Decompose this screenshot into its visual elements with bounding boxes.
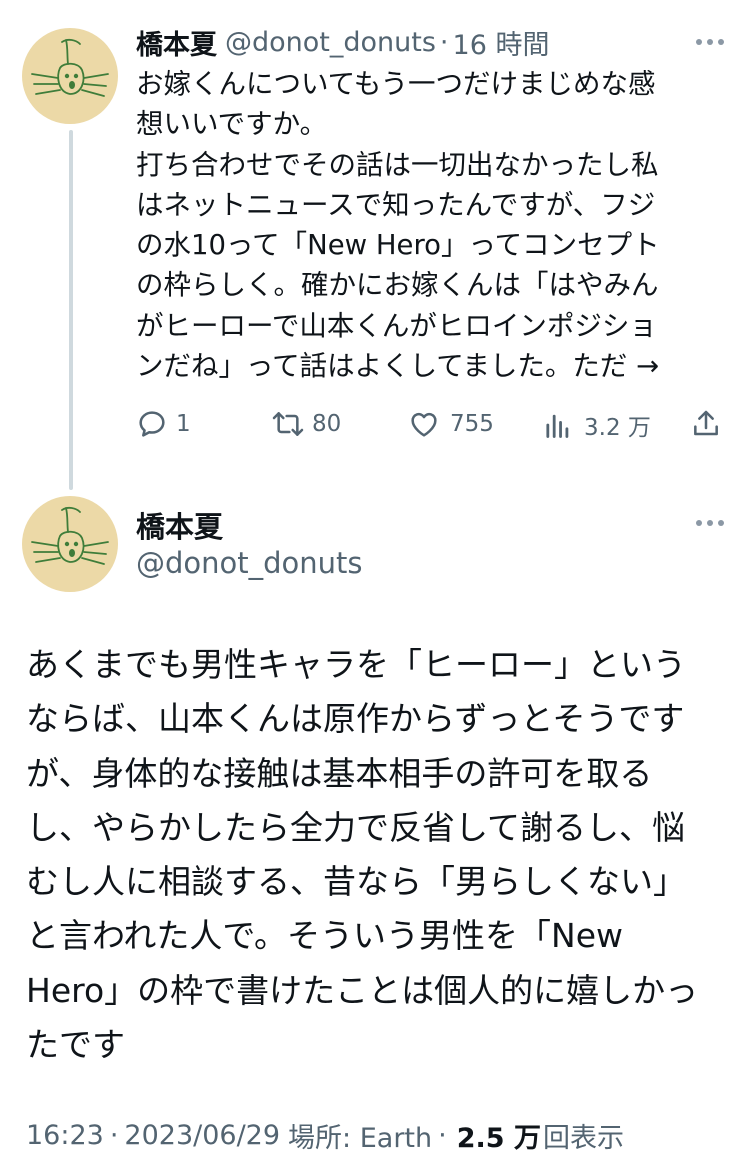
more-dot — [718, 520, 724, 526]
share-icon — [694, 410, 718, 436]
text-line: がヒーローで山本くんがヒロインポジショ — [136, 309, 657, 342]
text-line: の枠らしく。確かにお嫁くんは「はやみん — [136, 269, 659, 302]
text-line: 想いいですか。 — [136, 108, 328, 141]
thread-connector-line — [69, 130, 73, 490]
user-handle[interactable]: @donot_donuts — [225, 27, 436, 58]
more-dot — [707, 520, 713, 526]
tweet1-action-bar: 1 80 755 3.2 万 — [136, 408, 726, 448]
more-horizontal-icon — [696, 39, 702, 45]
text-line: たです — [26, 1025, 125, 1065]
views-label: 回表示 — [542, 1122, 624, 1154]
views-button[interactable]: 3.2 万 — [544, 408, 651, 442]
retweet-icon — [272, 412, 304, 436]
text-line: の水10って「New Hero」ってコンセプト — [136, 229, 660, 262]
separator-dot: · — [109, 1119, 119, 1151]
text-line: が、身体的な接触は基本相手の許可を取る — [26, 753, 653, 793]
text-line: お嫁くんについてもう一つだけまじめな感 — [136, 68, 656, 100]
like-count: 755 — [450, 411, 494, 437]
user-handle[interactable]: @donot_donuts — [136, 546, 363, 580]
display-name[interactable]: 橋本夏 — [136, 23, 217, 62]
share-button[interactable] — [690, 408, 722, 440]
reply-count: 1 — [176, 411, 191, 437]
more-options-button[interactable] — [696, 39, 724, 45]
tweet-time[interactable]: 16:23 — [26, 1120, 104, 1151]
tweet-location: 場所: Earth — [288, 1122, 433, 1154]
like-button[interactable]: 755 — [408, 408, 494, 440]
analytics-icon — [546, 414, 569, 438]
text-line: むし人に相談する、昔なら「男らしくない」 — [26, 862, 686, 902]
display-name[interactable]: 橋本夏 — [136, 504, 223, 546]
separator-dot: · — [438, 1119, 447, 1151]
more-options-button[interactable] — [696, 520, 724, 526]
tweet-time-ago[interactable]: 16 時間 — [453, 23, 550, 62]
text-line: あくまでも男性キャラを「ヒーロー」という — [26, 645, 686, 684]
text-line: 打ち合わせでその話は一切出なかったし私 — [136, 148, 659, 181]
text-line: Hero」の枠で書けたことは個人的に嬉しかっ — [26, 970, 699, 1010]
tweet1-text[interactable]: お嫁くんについてもう一つだけまじめな感 想いいですか。 打ち合わせでその話は一切… — [136, 64, 726, 386]
more-horizontal-icon — [696, 520, 702, 526]
tweet1-header: 橋本夏 @donot_donuts · 16 時間 — [136, 23, 550, 62]
more-dot — [707, 39, 713, 45]
tweet-meta: 16:23 · 2023/06/29 場所: Earth · 2.5 万 回表示 — [26, 1115, 624, 1155]
heart-icon — [411, 412, 437, 437]
avatar[interactable] — [22, 28, 118, 124]
tweet2-text: あくまでも男性キャラを「ヒーロー」という ならば、山本くんは原作からずっとそうで… — [26, 638, 726, 1072]
retweet-count: 80 — [312, 411, 342, 437]
views-count: 2.5 万 — [456, 1122, 541, 1154]
views-count: 3.2 万 — [584, 415, 651, 441]
avatar[interactable] — [22, 496, 118, 592]
tweet-date[interactable]: 2023/06/29 — [124, 1120, 280, 1151]
text-line: し、やらかしたら全力で反省して謝るし、悩 — [26, 807, 686, 847]
more-dot — [718, 39, 724, 45]
text-line: はネットニュースで知ったんですが、フジ — [136, 188, 656, 221]
text-line: ンだね」って話はよくしてました。ただ → — [136, 350, 660, 383]
retweet-button[interactable]: 80 — [270, 408, 341, 440]
separator-dot: · — [439, 26, 449, 58]
avatar-drawing — [31, 506, 109, 565]
reply-button[interactable]: 1 — [136, 408, 191, 440]
text-line: と言われた人で。そういう男性を「New — [26, 916, 624, 956]
avatar-drawing — [31, 38, 109, 97]
reply-icon — [139, 411, 165, 437]
text-line: ならば、山本くんは原作からずっとそうです — [26, 699, 685, 739]
